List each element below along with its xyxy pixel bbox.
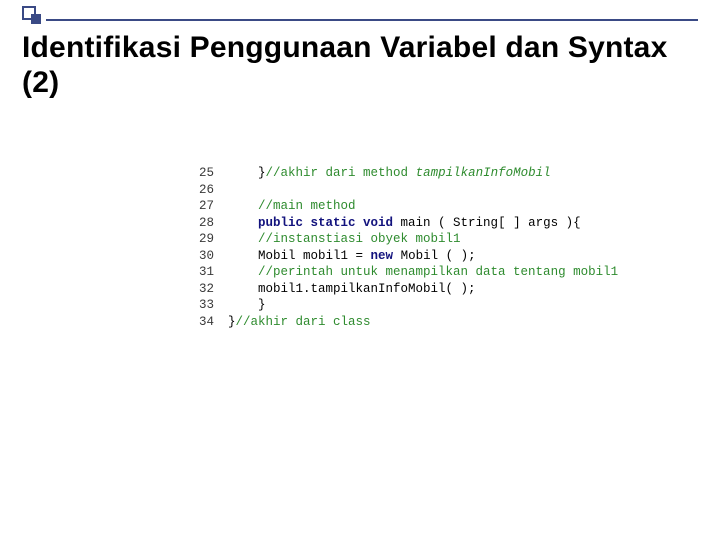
line-number: 30 bbox=[188, 248, 228, 265]
code-line: 28 public static void main ( String[ ] a… bbox=[188, 215, 618, 232]
slide-title: Identifikasi Penggunaan Variabel dan Syn… bbox=[22, 30, 698, 101]
square-solid-icon bbox=[31, 14, 41, 24]
line-content: mobil1.tampilkanInfoMobil( ); bbox=[228, 281, 476, 298]
slide: Identifikasi Penggunaan Variabel dan Syn… bbox=[0, 0, 720, 540]
code-line: 25 }//akhir dari method tampilkanInfoMob… bbox=[188, 165, 618, 182]
line-number: 28 bbox=[188, 215, 228, 232]
code-line: 31 //perintah untuk menampilkan data ten… bbox=[188, 264, 618, 281]
line-number: 32 bbox=[188, 281, 228, 298]
code-block: 25 }//akhir dari method tampilkanInfoMob… bbox=[188, 165, 618, 330]
line-content: Mobil mobil1 = new Mobil ( ); bbox=[228, 248, 476, 265]
line-content: } bbox=[228, 297, 266, 314]
line-number: 33 bbox=[188, 297, 228, 314]
code-line: 33 } bbox=[188, 297, 618, 314]
line-number: 25 bbox=[188, 165, 228, 182]
code-line: 34}//akhir dari class bbox=[188, 314, 618, 331]
line-content: //main method bbox=[228, 198, 356, 215]
horizontal-rule bbox=[46, 19, 698, 21]
code-line: 29 //instanstiasi obyek mobil1 bbox=[188, 231, 618, 248]
code-line: 27 //main method bbox=[188, 198, 618, 215]
line-content: //perintah untuk menampilkan data tentan… bbox=[228, 264, 618, 281]
line-number: 27 bbox=[188, 198, 228, 215]
line-number: 26 bbox=[188, 182, 228, 199]
line-content: public static void main ( String[ ] args… bbox=[228, 215, 581, 232]
line-content: }//akhir dari class bbox=[228, 314, 371, 331]
code-line: 32 mobil1.tampilkanInfoMobil( ); bbox=[188, 281, 618, 298]
line-content: //instanstiasi obyek mobil1 bbox=[228, 231, 461, 248]
line-number: 34 bbox=[188, 314, 228, 331]
code-line: 30 Mobil mobil1 = new Mobil ( ); bbox=[188, 248, 618, 265]
header-decoration bbox=[22, 6, 698, 26]
line-content: }//akhir dari method tampilkanInfoMobil bbox=[228, 165, 551, 182]
line-number: 29 bbox=[188, 231, 228, 248]
code-line: 26 bbox=[188, 182, 618, 199]
line-number: 31 bbox=[188, 264, 228, 281]
line-content bbox=[228, 182, 236, 199]
